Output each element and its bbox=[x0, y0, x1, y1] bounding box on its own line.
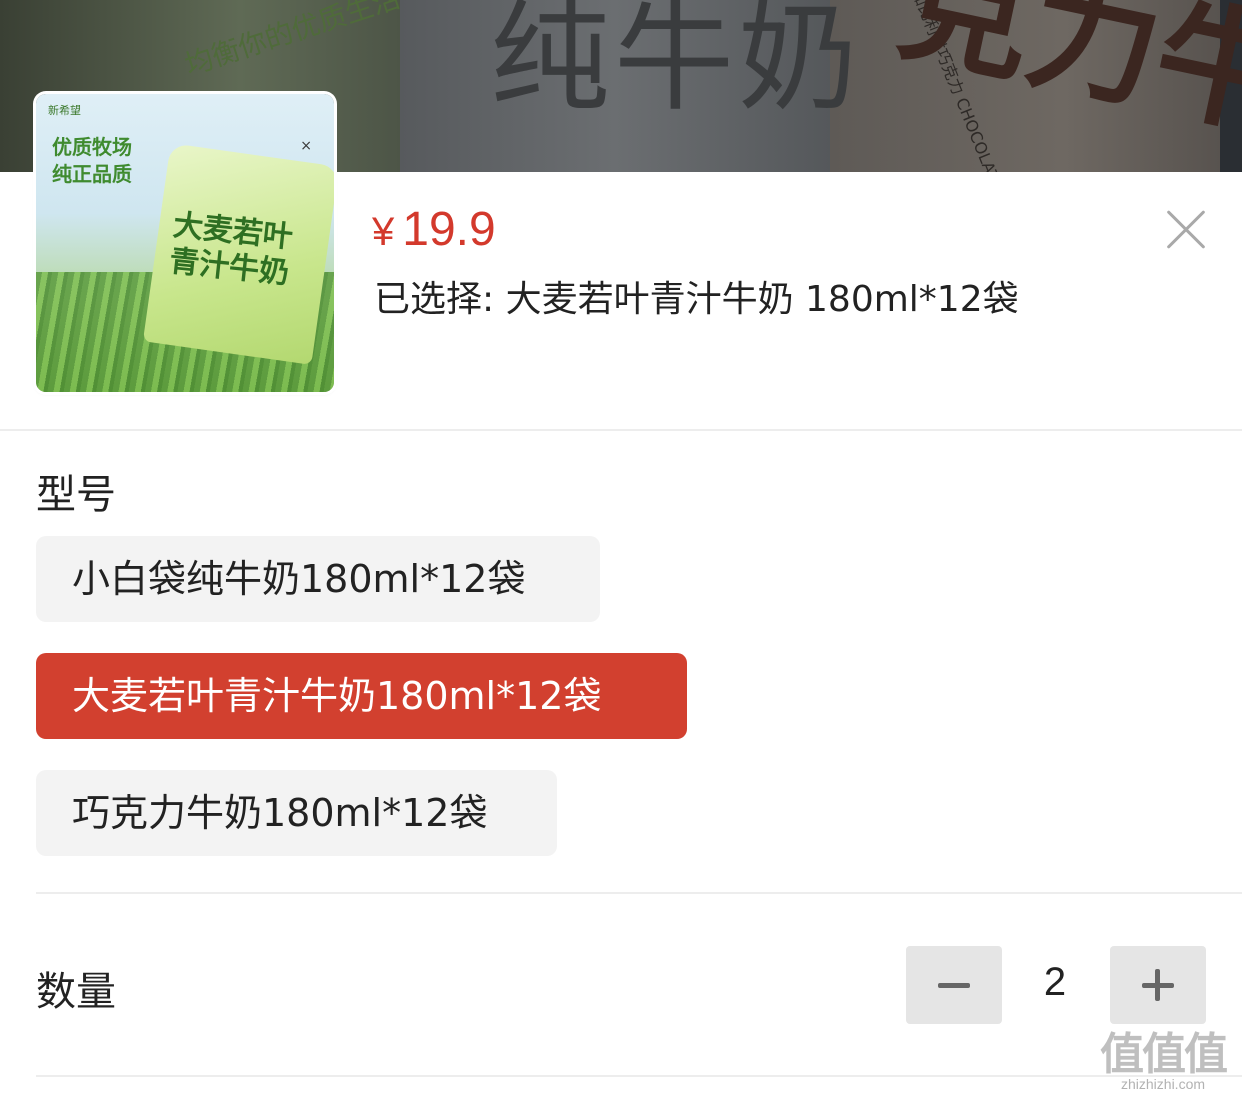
divider bbox=[36, 1075, 1242, 1077]
plus-icon-vertical bbox=[1155, 969, 1160, 1001]
model-option-selected[interactable]: 大麦若叶青汁牛奶180ml*12袋 bbox=[36, 653, 687, 739]
divider bbox=[36, 892, 1242, 894]
thumbnail-brand: 新希望 bbox=[48, 104, 81, 117]
price: ¥19.9 bbox=[372, 202, 496, 257]
sku-selector-sheet: 新希望 优质牧场 纯正品质 大麦若叶 青汁牛奶 × ¥19.9 已选择: 大麦若… bbox=[0, 94, 1242, 1103]
watermark-logo: 值值值 bbox=[1100, 1029, 1228, 1080]
divider bbox=[0, 429, 1242, 431]
quantity-label: 数量 bbox=[36, 969, 116, 1015]
price-value: 19.9 bbox=[402, 203, 496, 256]
model-section-label: 型号 bbox=[36, 472, 116, 518]
backdrop-text: 纯牛奶 bbox=[490, 0, 862, 128]
close-icon[interactable] bbox=[1164, 208, 1208, 252]
product-thumbnail: 新希望 优质牧场 纯正品质 大麦若叶 青汁牛奶 × bbox=[36, 94, 334, 392]
minus-icon bbox=[938, 983, 970, 988]
slogan-line: 优质牧场 bbox=[52, 135, 132, 159]
slogan-line: 纯正品质 bbox=[52, 162, 132, 186]
thumbnail-pack-title: 大麦若叶 青汁牛奶 bbox=[168, 208, 295, 292]
quantity-value[interactable]: 2 bbox=[1020, 960, 1090, 1005]
currency-symbol: ¥ bbox=[372, 210, 395, 254]
selected-sku-text: 已选择: 大麦若叶青汁牛奶 180ml*12袋 bbox=[374, 279, 1019, 320]
model-option[interactable]: 小白袋纯牛奶180ml*12袋 bbox=[36, 536, 600, 622]
thumbnail-close-mark: × bbox=[300, 138, 312, 154]
quantity-decrease-button[interactable] bbox=[906, 946, 1002, 1024]
model-option[interactable]: 巧克力牛奶180ml*12袋 bbox=[36, 770, 557, 856]
watermark: 值值值 zhizhizhi.com bbox=[1090, 1018, 1236, 1092]
thumbnail-slogan: 优质牧场 纯正品质 bbox=[52, 134, 132, 188]
quantity-increase-button[interactable] bbox=[1110, 946, 1206, 1024]
